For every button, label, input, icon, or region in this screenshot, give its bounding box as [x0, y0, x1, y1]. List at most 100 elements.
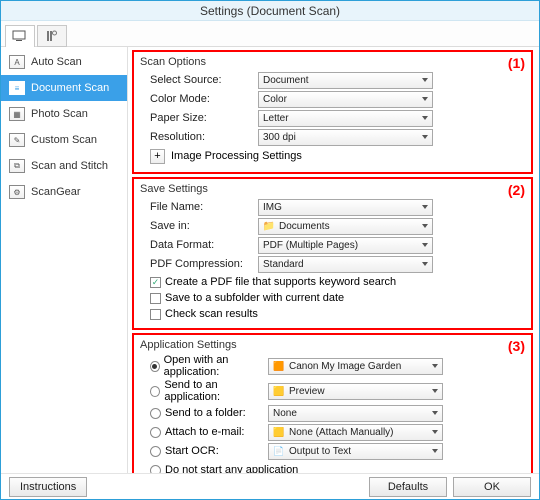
- send-app-label: Send to an application:: [164, 379, 268, 403]
- no-start-label: Do not start any application: [165, 464, 298, 473]
- start-ocr-radio[interactable]: [150, 446, 161, 457]
- resolution-label: Resolution:: [140, 131, 258, 143]
- image-processing-label: Image Processing Settings: [171, 150, 302, 162]
- chevron-down-icon: [418, 238, 432, 253]
- sidebar-item-label: Custom Scan: [31, 134, 97, 146]
- custom-scan-icon: ✎: [9, 133, 25, 147]
- keyword-search-label: Create a PDF file that supports keyword …: [165, 276, 396, 288]
- data-format-dropdown[interactable]: PDF (Multiple Pages): [258, 237, 433, 254]
- chevron-down-icon: [428, 384, 442, 399]
- panel-save-settings: (2) Save Settings File Name: IMG Save in…: [132, 177, 533, 330]
- panel-scan-options: (1) Scan Options Select Source: Document…: [132, 50, 533, 174]
- main-content: (1) Scan Options Select Source: Document…: [128, 47, 539, 473]
- save-in-label: Save in:: [140, 220, 258, 232]
- subfolder-label: Save to a subfolder with current date: [165, 292, 344, 304]
- data-format-label: Data Format:: [140, 239, 258, 251]
- panel-number-1: (1): [508, 55, 525, 71]
- chevron-down-icon: [418, 200, 432, 215]
- ok-button[interactable]: OK: [453, 477, 531, 497]
- ok-label: OK: [484, 481, 500, 493]
- sidebar-item-scan-and-stitch[interactable]: ⧉ Scan and Stitch: [1, 153, 127, 179]
- body: A Auto Scan ≡ Document Scan ▦ Photo Scan…: [1, 47, 539, 473]
- panel-number-3: (3): [508, 338, 525, 354]
- open-app-value: Canon My Image Garden: [289, 361, 401, 372]
- instructions-button[interactable]: Instructions: [9, 477, 87, 497]
- send-app-dropdown[interactable]: Preview: [268, 383, 443, 400]
- paper-size-value: Letter: [263, 113, 289, 124]
- sidebar-item-label: ScanGear: [31, 186, 81, 198]
- save-in-value: Documents: [279, 221, 330, 232]
- tab-scan-from-computer[interactable]: [5, 25, 35, 47]
- send-folder-radio[interactable]: [150, 408, 161, 419]
- defaults-label: Defaults: [388, 481, 428, 493]
- window-title: Settings (Document Scan): [200, 4, 340, 18]
- check-scan-checkbox[interactable]: [150, 309, 161, 320]
- pdf-compression-value: Standard: [263, 259, 304, 270]
- sidebar-item-photo-scan[interactable]: ▦ Photo Scan: [1, 101, 127, 127]
- panel-application-settings: (3) Application Settings Open with an ap…: [132, 333, 533, 473]
- scan-options-title: Scan Options: [140, 56, 525, 68]
- select-source-dropdown[interactable]: Document: [258, 72, 433, 89]
- paper-size-dropdown[interactable]: Letter: [258, 110, 433, 127]
- subfolder-checkbox[interactable]: [150, 293, 161, 304]
- sidebar-item-document-scan[interactable]: ≡ Document Scan: [1, 75, 127, 101]
- send-folder-label: Send to a folder:: [165, 407, 246, 419]
- top-tabbar: [1, 21, 539, 47]
- instructions-label: Instructions: [20, 481, 76, 493]
- file-name-label: File Name:: [140, 201, 258, 213]
- file-name-value: IMG: [263, 202, 282, 213]
- resolution-dropdown[interactable]: 300 dpi: [258, 129, 433, 146]
- photo-scan-icon: ▦: [9, 107, 25, 121]
- preview-icon: [273, 385, 285, 397]
- panel-number-2: (2): [508, 182, 525, 198]
- send-folder-dropdown[interactable]: None: [268, 405, 443, 422]
- send-app-radio[interactable]: [150, 386, 160, 397]
- app-icon: [273, 360, 285, 372]
- footer: Instructions Defaults OK: [1, 473, 539, 499]
- save-in-dropdown[interactable]: Documents: [258, 218, 433, 235]
- scangear-icon: ⚙: [9, 185, 25, 199]
- auto-scan-icon: A: [9, 55, 25, 69]
- chevron-down-icon: [418, 73, 432, 88]
- attach-email-value: None (Attach Manually): [289, 427, 394, 438]
- paper-size-label: Paper Size:: [140, 112, 258, 124]
- start-ocr-value: Output to Text: [289, 446, 351, 457]
- sidebar-item-label: Photo Scan: [31, 108, 88, 120]
- attach-email-dropdown[interactable]: None (Attach Manually): [268, 424, 443, 441]
- defaults-button[interactable]: Defaults: [369, 477, 447, 497]
- resolution-value: 300 dpi: [263, 132, 296, 143]
- send-app-value: Preview: [289, 386, 325, 397]
- sidebar-item-custom-scan[interactable]: ✎ Custom Scan: [1, 127, 127, 153]
- chevron-down-icon: [418, 111, 432, 126]
- expand-image-processing-button[interactable]: +: [150, 149, 165, 164]
- color-mode-label: Color Mode:: [140, 93, 258, 105]
- attach-email-radio[interactable]: [150, 427, 161, 438]
- chevron-down-icon: [428, 425, 442, 440]
- keyword-search-checkbox[interactable]: ✓: [150, 277, 161, 288]
- no-start-radio[interactable]: [150, 465, 161, 474]
- attach-email-label: Attach to e-mail:: [165, 426, 244, 438]
- settings-window: Settings (Document Scan) A Auto Scan ≡ D…: [0, 0, 540, 500]
- color-mode-dropdown[interactable]: Color: [258, 91, 433, 108]
- start-ocr-label: Start OCR:: [165, 445, 219, 457]
- mail-icon: [273, 426, 285, 438]
- start-ocr-dropdown[interactable]: 📄 Output to Text: [268, 443, 443, 460]
- open-app-dropdown[interactable]: Canon My Image Garden: [268, 358, 443, 375]
- sidebar-item-label: Scan and Stitch: [31, 160, 108, 172]
- select-source-label: Select Source:: [140, 74, 258, 86]
- chevron-down-icon: [418, 257, 432, 272]
- chevron-down-icon: [428, 406, 442, 421]
- tab-tools[interactable]: [37, 25, 67, 47]
- pdf-compression-dropdown[interactable]: Standard: [258, 256, 433, 273]
- document-scan-icon: ≡: [9, 81, 25, 95]
- sidebar-item-auto-scan[interactable]: A Auto Scan: [1, 49, 127, 75]
- sidebar-item-scangear[interactable]: ⚙ ScanGear: [1, 179, 127, 205]
- open-app-radio[interactable]: [150, 361, 160, 372]
- chevron-down-icon: [428, 444, 442, 459]
- sidebar-item-label: Document Scan: [31, 82, 109, 94]
- titlebar: Settings (Document Scan): [1, 1, 539, 21]
- open-app-label: Open with an application:: [164, 354, 268, 378]
- file-name-dropdown[interactable]: IMG: [258, 199, 433, 216]
- chevron-down-icon: [428, 359, 442, 374]
- tools-icon: [45, 29, 59, 43]
